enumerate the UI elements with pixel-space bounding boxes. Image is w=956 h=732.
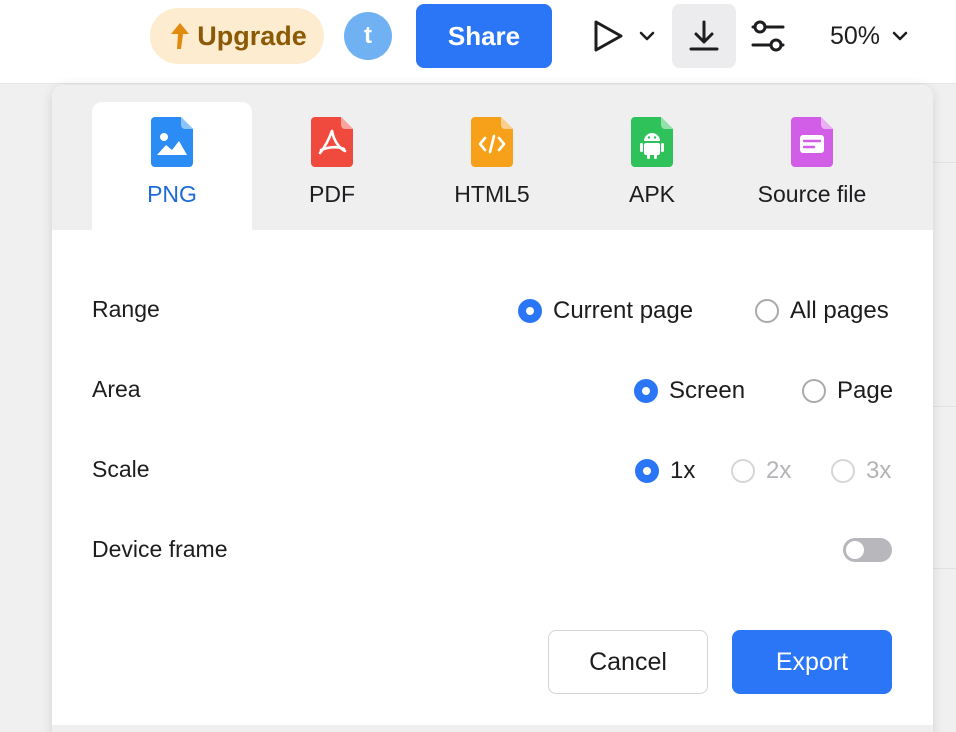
cancel-button[interactable]: Cancel [548, 630, 708, 694]
tab-label: HTML5 [454, 181, 530, 207]
user-avatar[interactable]: t [344, 12, 392, 60]
export-button[interactable]: Export [732, 630, 892, 694]
download-icon [689, 20, 719, 51]
export-panel: PNG PDF HTML5 APK Source file Range Curr… [52, 85, 933, 732]
range-label: Range [92, 296, 160, 322]
play-icon[interactable] [590, 18, 626, 54]
area-label: Area [92, 376, 141, 402]
android-file-icon [631, 117, 673, 167]
scale-label: Scale [92, 456, 150, 482]
upgrade-button[interactable]: Upgrade [150, 8, 324, 64]
radio-selected[interactable] [518, 299, 542, 323]
arrow-up-icon [171, 23, 190, 49]
area-option-screen[interactable]: Screen [634, 377, 745, 405]
tab-source-file[interactable]: Source file [732, 102, 892, 230]
upgrade-label: Upgrade [197, 20, 307, 51]
scale-option-3x: 3x [831, 457, 891, 485]
tab-html5[interactable]: HTML5 [412, 102, 572, 230]
tab-apk[interactable]: APK [572, 102, 732, 230]
chevron-down-icon[interactable] [636, 26, 658, 46]
radio-unselected[interactable] [802, 379, 826, 403]
tab-label: PNG [147, 181, 197, 207]
image-file-icon [151, 117, 193, 167]
device-frame-toggle[interactable] [843, 538, 892, 562]
range-option-all-pages[interactable]: All pages [755, 297, 889, 325]
share-button[interactable]: Share [416, 4, 552, 68]
option-label: 3x [866, 457, 892, 484]
option-label: Page [837, 377, 894, 404]
radio-selected[interactable] [634, 379, 658, 403]
toggle-knob [846, 541, 864, 559]
option-label: All pages [790, 297, 889, 324]
scale-option-2x: 2x [731, 457, 791, 485]
document-file-icon [791, 117, 833, 167]
range-option-current-page[interactable]: Current page [518, 297, 693, 325]
tab-label: PDF [309, 181, 355, 207]
device-frame-label: Device frame [92, 536, 228, 562]
background-divider [932, 406, 956, 407]
area-option-page[interactable]: Page [802, 377, 893, 405]
option-label: 1x [670, 457, 696, 484]
radio-disabled [731, 459, 755, 483]
background-divider [932, 162, 956, 163]
tab-png[interactable]: PNG [92, 102, 252, 230]
scale-option-1x[interactable]: 1x [635, 457, 695, 485]
code-file-icon [471, 117, 513, 167]
radio-disabled [831, 459, 855, 483]
chevron-down-icon [892, 31, 908, 41]
download-button[interactable] [672, 4, 736, 68]
panel-footer [52, 725, 933, 732]
tab-label: APK [628, 181, 676, 207]
top-toolbar: Upgrade t Share 50% [0, 0, 956, 84]
pdf-file-icon [311, 117, 353, 167]
tab-pdf[interactable]: PDF [252, 102, 412, 230]
tab-label: Source file [757, 181, 867, 207]
radio-unselected[interactable] [755, 299, 779, 323]
radio-selected[interactable] [635, 459, 659, 483]
option-label: Current page [553, 297, 694, 324]
zoom-value: 50% [830, 21, 881, 50]
option-label: Screen [669, 377, 746, 404]
sliders-settings-icon[interactable] [749, 16, 787, 56]
background-divider [932, 568, 956, 569]
zoom-dropdown[interactable]: 50% [830, 18, 910, 54]
export-format-tabs: PNG PDF HTML5 APK Source file [52, 85, 933, 230]
option-label: 2x [766, 457, 792, 484]
